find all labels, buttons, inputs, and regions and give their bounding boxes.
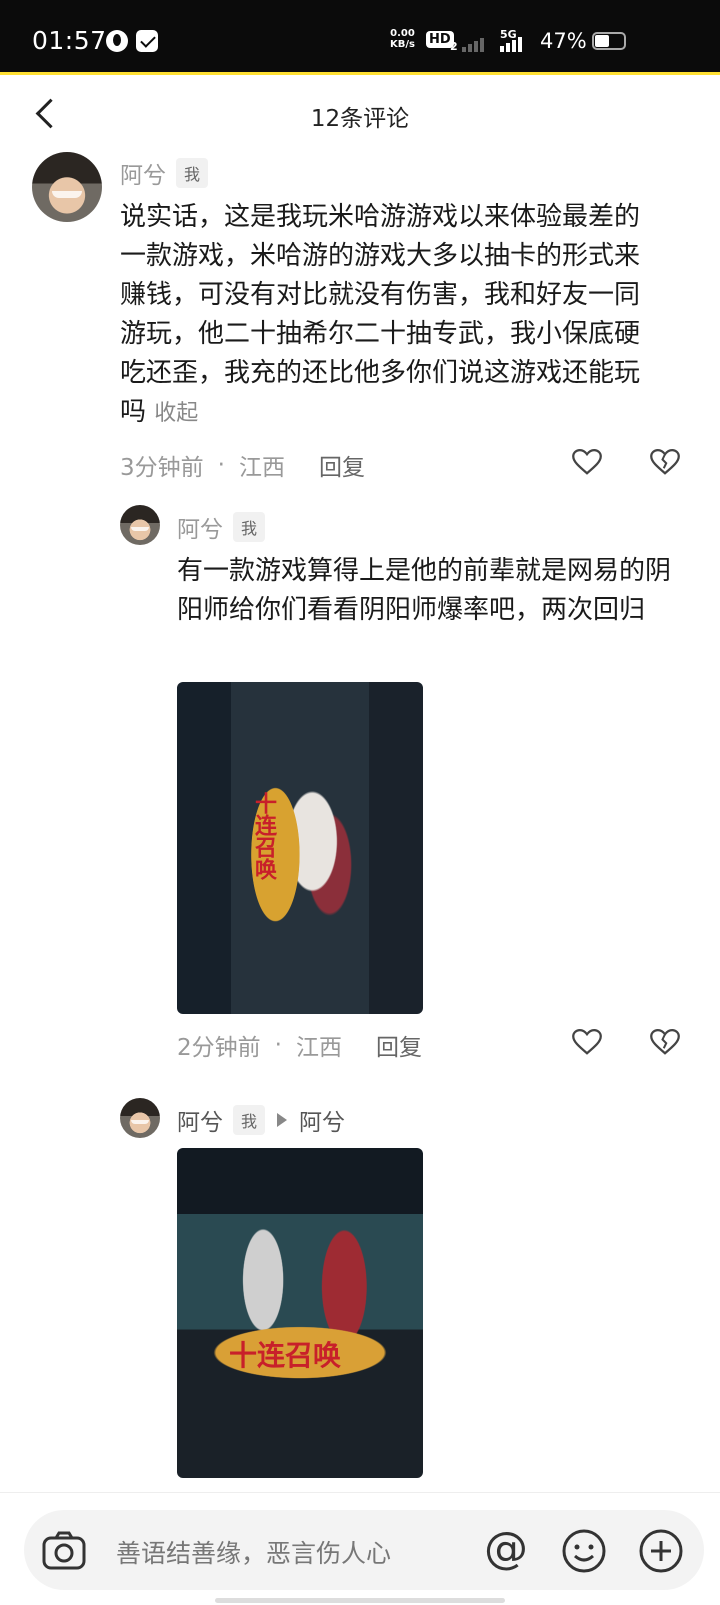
comment-time: 2分钟前 xyxy=(177,1035,261,1061)
author-name[interactable]: 阿兮 xyxy=(120,156,166,190)
me-badge: 我 xyxy=(176,158,209,188)
avatar[interactable] xyxy=(32,152,102,222)
status-bar: 01:57 0.00 KB/s HD 2 5G 47% xyxy=(0,0,720,72)
comment-text: 说实话，这是我玩米哈游游戏以来体验最差的一款游戏，米哈游的游戏大多以抽卡的形式来… xyxy=(120,198,665,433)
hd-sub: 2 xyxy=(450,40,458,53)
heart-icon[interactable] xyxy=(572,448,602,476)
meta-dot: · xyxy=(274,1032,282,1058)
reply-meta: 2分钟前 · 江西 回复 xyxy=(177,1028,422,1062)
image-caption: 十连召唤 xyxy=(229,1339,342,1372)
status-time: 01:57 xyxy=(32,26,107,55)
meta-dot: · xyxy=(217,452,225,478)
author-name[interactable]: 阿兮 xyxy=(177,510,223,544)
battery-icon xyxy=(592,32,626,50)
plus-circle-icon[interactable] xyxy=(638,1528,684,1574)
comment-location: 江西 xyxy=(238,455,285,481)
comment-location: 江西 xyxy=(295,1035,342,1061)
globe-icon xyxy=(106,30,128,52)
comment-image[interactable]: 十连召唤 xyxy=(177,682,423,1014)
signal-icon-sim2 xyxy=(500,32,522,52)
me-badge: 我 xyxy=(233,512,266,542)
comment-input-bar: 善语结善缘，恶言伤人心 @ xyxy=(24,1510,704,1590)
mention-at-icon[interactable]: @ xyxy=(484,1524,528,1574)
network-speed: 0.00 KB/s xyxy=(390,28,415,50)
collapse-link[interactable]: 收起 xyxy=(154,401,198,426)
reply-to-name[interactable]: 阿兮 xyxy=(299,1103,345,1137)
comment-meta: 3分钟前 · 江西 回复 xyxy=(120,448,365,482)
comment-image[interactable]: 十连召唤 xyxy=(177,1148,423,1478)
broken-heart-icon[interactable] xyxy=(650,1028,680,1056)
avatar[interactable] xyxy=(120,1098,160,1138)
comments-header: 12条评论 xyxy=(0,75,720,155)
comment-input[interactable]: 善语结善缘，恶言伤人心 xyxy=(116,1534,391,1570)
reply-author-row: 阿兮 我 xyxy=(177,510,266,544)
me-badge: 我 xyxy=(233,1105,266,1135)
reply-to-row: 阿兮 我 阿兮 xyxy=(177,1103,345,1137)
smiley-icon[interactable] xyxy=(561,1528,607,1574)
speed-value: 0.00 xyxy=(390,28,415,39)
battery-percent: 47% xyxy=(540,29,587,53)
bottom-divider xyxy=(0,1492,720,1493)
notification-icon xyxy=(136,30,158,52)
home-indicator[interactable] xyxy=(215,1598,505,1603)
signal-icon-sim1 xyxy=(462,32,484,52)
heart-icon[interactable] xyxy=(572,1028,602,1056)
comment-time: 3分钟前 xyxy=(120,455,204,481)
comment-author-row: 阿兮 我 xyxy=(120,156,209,190)
reply-button[interactable]: 回复 xyxy=(319,448,365,482)
author-name[interactable]: 阿兮 xyxy=(177,1103,223,1137)
reply-button[interactable]: 回复 xyxy=(376,1028,422,1062)
reply-text: 有一款游戏算得上是他的前辈就是网易的阴阳师给你们看看阴阳师爆率吧，两次回归 xyxy=(177,556,672,625)
speed-unit: KB/s xyxy=(390,39,415,50)
image-caption: 十连召唤 xyxy=(251,792,276,880)
comment-body: 说实话，这是我玩米哈游游戏以来体验最差的一款游戏，米哈游的游戏大多以抽卡的形式来… xyxy=(120,202,641,427)
reply-arrow-icon xyxy=(277,1113,288,1127)
broken-heart-icon[interactable] xyxy=(650,448,680,476)
avatar[interactable] xyxy=(120,505,160,545)
page-title: 12条评论 xyxy=(310,106,410,132)
camera-icon[interactable] xyxy=(42,1530,86,1570)
